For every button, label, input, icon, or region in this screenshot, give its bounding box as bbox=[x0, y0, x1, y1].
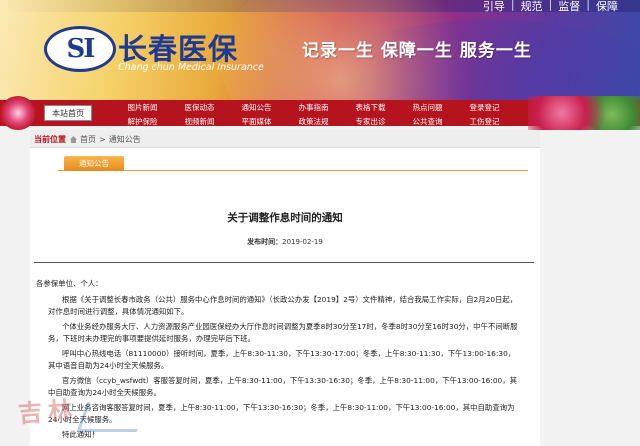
logo-text: SI bbox=[66, 34, 96, 64]
nav-item[interactable]: 热点问题 bbox=[399, 102, 456, 113]
breadcrumb-item-notices[interactable]: 通知公告 bbox=[109, 134, 141, 145]
article-paragraph: 个体业务经办服务大厅、人力资源服务产业园医保经办大厅作息时间调整为夏季8时30分… bbox=[48, 322, 518, 343]
top-link-separator: | bbox=[586, 0, 590, 11]
article-date: 发布时间：2019-02-19 bbox=[30, 237, 540, 247]
tab-notices[interactable]: 通知公告 bbox=[64, 156, 124, 171]
flower-decoration-icon bbox=[528, 96, 640, 130]
breadcrumb: 首页 > 通知公告 bbox=[70, 134, 141, 145]
divider bbox=[34, 262, 534, 263]
nav-item[interactable]: 医保动态 bbox=[171, 102, 228, 113]
nav-item[interactable]: 工伤登记 bbox=[456, 116, 513, 127]
nav-item[interactable]: 解护保险 bbox=[114, 116, 171, 127]
logo-icon[interactable]: SI bbox=[44, 26, 116, 72]
article-paragraph: 呼叫中心热线电话（81110000）接听时间，夏季，上午8:30-11:30，下… bbox=[48, 349, 516, 370]
top-link-separator: | bbox=[548, 0, 553, 11]
top-link[interactable]: 规范 bbox=[521, 0, 543, 14]
nav-item[interactable]: 通知公告 bbox=[228, 102, 285, 113]
breadcrumb-item-home[interactable]: 首页 bbox=[80, 134, 96, 145]
nav-item[interactable]: 公共查询 bbox=[399, 116, 456, 127]
nav-item[interactable]: 登录登记 bbox=[456, 102, 513, 113]
article-greeting: 各参保单位、个人： bbox=[36, 279, 103, 288]
site-header: 引导 | 规范 | 监督 | 保障 SI 长春医保 Chang chun Medica… bbox=[0, 0, 640, 100]
article-paragraph: 官方微信（ccyb_wsfwdt）客服答复时间，夏季，上午8:30-11:00，… bbox=[48, 376, 518, 397]
breadcrumb-label: 当前位置 bbox=[34, 135, 66, 144]
article-paragraph: 根据《关于调整长春市政务（公共）服务中心作息时间的通知》（长政公办发【2019】… bbox=[48, 295, 518, 316]
home-button[interactable]: 本站首页 bbox=[44, 105, 92, 121]
top-link[interactable]: 监督 bbox=[558, 0, 580, 14]
nav-item[interactable]: 平面媒体 bbox=[228, 116, 285, 127]
nav-item[interactable]: 办事指南 bbox=[285, 102, 342, 113]
nav-item[interactable]: 表格下载 bbox=[342, 102, 399, 113]
watermark-stroke bbox=[76, 402, 148, 432]
nav-item[interactable]: 视频新闻 bbox=[171, 116, 228, 127]
top-link[interactable]: 引导 bbox=[483, 0, 505, 14]
brand-name-english: Chang chun Medical Insurance bbox=[118, 62, 264, 73]
nav-item[interactable]: 政策法规 bbox=[285, 116, 342, 127]
top-link[interactable]: 保障 bbox=[596, 0, 618, 14]
top-links: 引导 | 规范 | 监督 | 保障 bbox=[483, 0, 618, 14]
flower-decoration-icon bbox=[0, 96, 36, 130]
tab-underline bbox=[58, 170, 528, 171]
article-title: 关于调整作息时间的通知 bbox=[227, 212, 343, 224]
nav-item[interactable]: 图片新闻 bbox=[114, 102, 171, 113]
watermark: 吉林 bbox=[17, 394, 80, 429]
nav-menu: 图片新闻 医保动态 通知公告 办事指南 表格下载 热点问题 登录登记 解护保险 … bbox=[114, 102, 513, 127]
date-label: 发布时间： bbox=[247, 238, 283, 246]
date-value: 2019-02-19 bbox=[282, 238, 323, 246]
nav-item[interactable]: 专家出诊 bbox=[342, 116, 399, 127]
breadcrumb-separator: > bbox=[99, 135, 106, 144]
home-icon bbox=[70, 136, 77, 143]
top-link-separator: | bbox=[510, 0, 515, 11]
slogan: 记录一生 保障一生 服务一生 bbox=[302, 41, 532, 61]
